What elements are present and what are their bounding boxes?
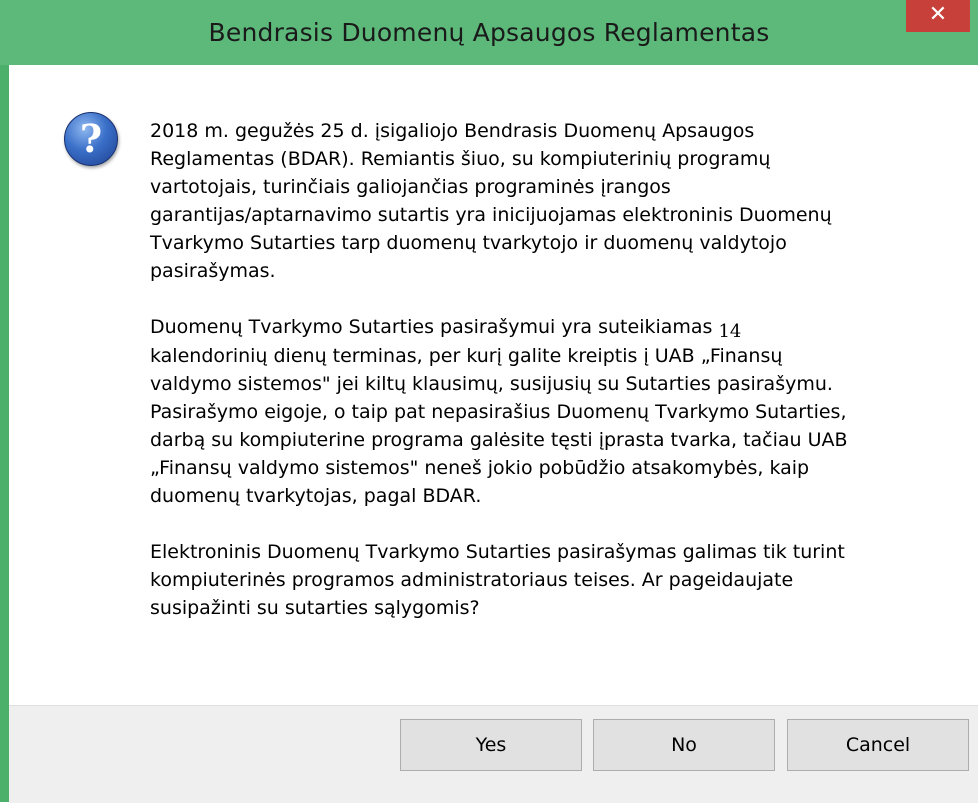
message-area: ? 2018 m. gegužės 25 d. įsigaliojo Bendr… [9, 65, 978, 705]
question-icon: ? [64, 112, 118, 166]
dialog-window: Bendrasis Duomenų Apsaugos Reglamentas ✕… [0, 0, 978, 803]
close-button[interactable]: ✕ [906, 0, 970, 32]
message-paragraph-3: Elektroninis Duomenų Tvarkymo Sutarties … [150, 541, 845, 619]
dialog-body: ? 2018 m. gegužės 25 d. įsigaliojo Bendr… [9, 65, 978, 803]
message-paragraph-2-end: kalendorinių dienų terminas, per kurį ga… [150, 345, 848, 507]
message-text: 2018 m. gegužės 25 d. įsigaliojo Bendras… [150, 117, 850, 650]
message-paragraph-2: Duomenų Tvarkymo Sutarties pasirašymui y… [150, 313, 850, 510]
question-glyph: ? [79, 116, 103, 161]
no-button[interactable]: No [593, 719, 775, 771]
cancel-button[interactable]: Cancel [787, 719, 969, 771]
window-title: Bendrasis Duomenų Apsaugos Reglamentas [208, 18, 770, 47]
yes-button[interactable]: Yes [400, 719, 582, 771]
message-paragraph-2-start: Duomenų Tvarkymo Sutarties pasirašymui y… [150, 316, 713, 338]
close-icon: ✕ [928, 2, 948, 27]
title-bar[interactable]: Bendrasis Duomenų Apsaugos Reglamentas ✕ [0, 0, 978, 65]
message-paragraph-1: 2018 m. gegužės 25 d. įsigaliojo Bendras… [150, 120, 832, 282]
term-days-value: 14 [718, 321, 742, 342]
